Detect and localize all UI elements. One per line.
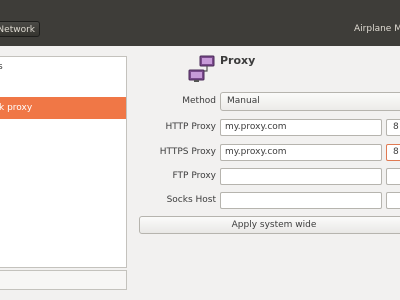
sidebar-item[interactable]: s xyxy=(0,62,3,72)
proxy-heading: Proxy xyxy=(220,54,256,67)
ftp-proxy-host-input[interactable] xyxy=(220,168,382,185)
ftp-proxy-label: FTP Proxy xyxy=(172,171,216,181)
http-proxy-label: HTTP Proxy xyxy=(165,122,216,132)
socks-host-label: Socks Host xyxy=(166,195,216,205)
title-bar xyxy=(0,0,400,46)
https-proxy-port-input[interactable]: 8 xyxy=(386,144,400,161)
https-proxy-label: HTTPS Proxy xyxy=(159,147,216,157)
method-dropdown[interactable]: Manual xyxy=(220,92,400,111)
network-back-button[interactable]: Network xyxy=(0,21,40,37)
sidebar-toolbar xyxy=(0,270,127,290)
apply-system-wide-button[interactable]: Apply system wide xyxy=(139,216,400,234)
network-proxy-icon xyxy=(188,55,215,82)
method-label: Method xyxy=(182,96,216,106)
ftp-proxy-port-input[interactable] xyxy=(386,168,400,185)
sidebar-list xyxy=(0,56,127,268)
airplane-mode-label: Airplane M xyxy=(354,24,400,34)
https-proxy-host-input[interactable]: my.proxy.com xyxy=(220,144,382,161)
http-proxy-port-input[interactable]: 8 xyxy=(386,119,400,136)
socks-host-input[interactable] xyxy=(220,192,382,209)
http-proxy-host-input[interactable]: my.proxy.com xyxy=(220,119,382,136)
sidebar-item-network-proxy[interactable]: k proxy xyxy=(0,97,126,119)
socks-port-input[interactable] xyxy=(386,192,400,209)
